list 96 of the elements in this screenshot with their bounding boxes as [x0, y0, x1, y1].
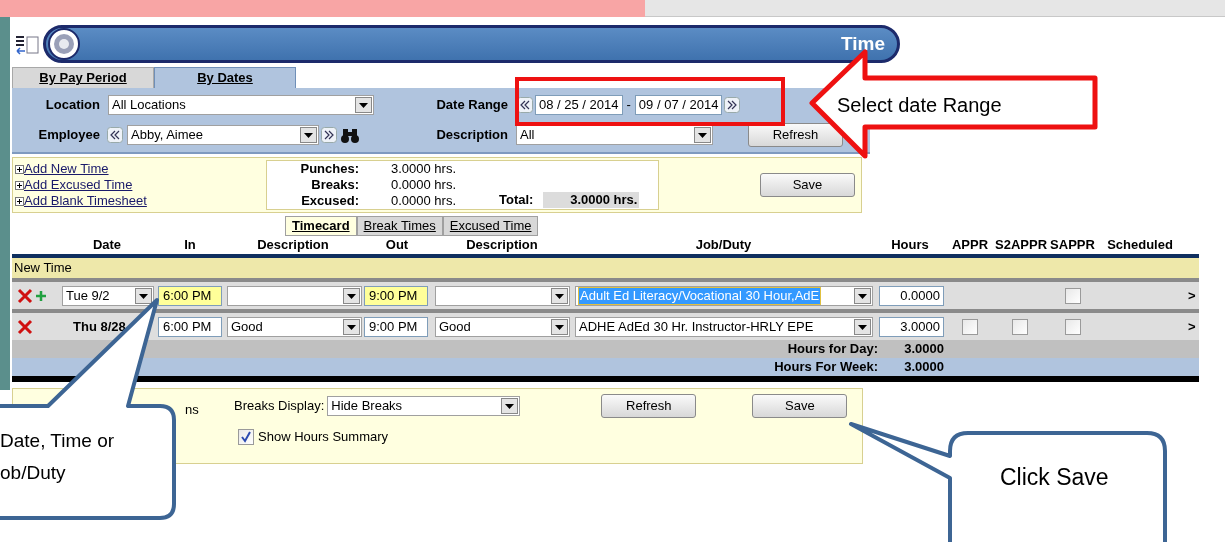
totals-value: 3.0000 — [903, 340, 944, 359]
plus-icon — [15, 164, 24, 174]
field-label: Description — [435, 126, 508, 145]
column-header: In — [183, 236, 197, 255]
plus-icon — [15, 180, 24, 190]
dropdown-field[interactable] — [435, 285, 570, 306]
column-header: Out — [384, 236, 410, 255]
caret-icon — [854, 287, 871, 304]
time-field[interactable]: 9:00 PM — [364, 316, 428, 337]
caret-icon — [355, 97, 372, 113]
caret-icon — [135, 287, 152, 304]
field-label: Breaks Display: — [234, 397, 325, 416]
time-field[interactable]: 6:00 PM — [158, 316, 222, 337]
total-value: 3.0000 hrs. — [543, 192, 640, 208]
tab[interactable]: Timecard — [285, 216, 357, 236]
expand-arrow[interactable]: > — [1188, 285, 1196, 306]
column-header: SAPPR — [1049, 236, 1096, 255]
caret-icon — [343, 318, 360, 335]
column-header: Job/Duty — [694, 236, 753, 255]
link[interactable]: Add Excused Time — [24, 177, 133, 193]
caret-icon — [551, 287, 568, 304]
totals-label: Hours For Week: — [773, 358, 878, 377]
checkbox[interactable] — [1064, 318, 1081, 335]
date-field[interactable]: 09 / 07 / 2014 — [634, 95, 723, 115]
summary-value: 0.0000 hrs. — [391, 193, 458, 209]
summary-label: Excused: — [301, 193, 359, 209]
tab[interactable]: By Dates — [154, 67, 296, 88]
dropdown-field[interactable]: ADHE AdEd 30 Hr. Instructor-HRLY EPE — [575, 316, 873, 337]
dropdown-field[interactable]: Good — [227, 316, 362, 337]
hours-field[interactable]: 0.0000 — [879, 285, 944, 306]
caret-icon — [551, 318, 568, 335]
checkbox[interactable] — [238, 429, 254, 445]
plus-icon — [15, 196, 24, 206]
column-header: Date — [91, 236, 123, 255]
window-title: Time — [841, 31, 885, 56]
next-icon[interactable] — [321, 127, 337, 143]
column-header: Description — [256, 236, 330, 255]
hours-field[interactable]: 3.0000 — [879, 316, 944, 337]
delete-icon[interactable] — [17, 318, 33, 335]
column-header: S2APPR — [995, 236, 1045, 255]
gear-icon — [48, 28, 80, 60]
dropdown-field[interactable]: Good — [435, 316, 570, 337]
link[interactable]: Add Blank Timesheet — [24, 193, 147, 209]
totals-label: Hours for Day: — [786, 340, 878, 359]
option-label: ns — [185, 401, 200, 420]
button[interactable]: Save — [760, 173, 855, 197]
field-label: Location — [44, 96, 100, 115]
binoculars-icon — [340, 126, 360, 144]
column-header: Hours — [890, 236, 930, 255]
tab[interactable]: Excused Time — [442, 216, 539, 236]
dropdown-field[interactable]: Tue 9/2 — [62, 285, 154, 306]
group-header: New Time — [12, 258, 1199, 278]
caret-icon — [854, 318, 871, 335]
total-label: Total: — [499, 192, 534, 208]
dropdown-field[interactable] — [227, 285, 362, 306]
caret-icon — [300, 127, 317, 143]
tab[interactable]: By Pay Period — [12, 67, 154, 88]
date-field[interactable]: 08 / 25 / 2014 — [535, 95, 623, 115]
callout-text: Date, Time or ob/Duty — [0, 429, 115, 485]
time-field[interactable]: 9:00 PM — [364, 285, 428, 306]
dropdown-field[interactable]: All Locations — [108, 95, 374, 115]
button[interactable]: Save — [752, 394, 848, 418]
summary-value: 3.0000 hrs. — [391, 161, 458, 177]
delete-icon[interactable] — [17, 287, 33, 304]
previous-icon[interactable] — [107, 127, 123, 143]
date-separator: - — [626, 96, 631, 115]
checkbox[interactable] — [962, 318, 978, 335]
dropdown-field[interactable]: Abby, Aimee — [127, 125, 319, 145]
expand-arrow[interactable]: > — [1188, 316, 1196, 337]
field-label: Date Range — [435, 96, 508, 115]
next-icon[interactable] — [724, 97, 741, 113]
checkbox[interactable] — [1064, 287, 1081, 304]
column-header: APPR — [950, 236, 990, 255]
list-icon — [15, 33, 39, 55]
dropdown-field[interactable]: Hide Breaks — [327, 396, 521, 416]
summary-label: Punches: — [300, 161, 359, 177]
button[interactable]: Refresh — [601, 394, 697, 418]
summary-value: 0.0000 hrs. — [391, 177, 458, 193]
callout-text: Select date Range — [837, 93, 1002, 118]
dropdown-field[interactable]: All — [516, 125, 713, 145]
add-icon[interactable] — [35, 289, 47, 302]
caret-icon — [343, 287, 360, 304]
caret-icon — [501, 398, 519, 414]
time-field[interactable]: 6:00 PM — [158, 285, 222, 306]
column-header: Scheduled — [1106, 236, 1174, 255]
tab[interactable]: Break Times — [356, 216, 443, 236]
checkbox[interactable] — [1012, 318, 1028, 335]
summary-label: Breaks: — [311, 177, 359, 193]
column-header: Description — [465, 236, 539, 255]
checkbox-label: Show Hours Summary — [258, 428, 389, 447]
field-label: Employee — [37, 126, 100, 145]
totals-value: 3.0000 — [903, 358, 944, 377]
callout-text: Click Save — [1000, 463, 1109, 492]
date-text: Thu 8/28 — [73, 317, 126, 336]
caret-icon — [694, 127, 711, 143]
link[interactable]: Add New Time — [24, 161, 109, 177]
